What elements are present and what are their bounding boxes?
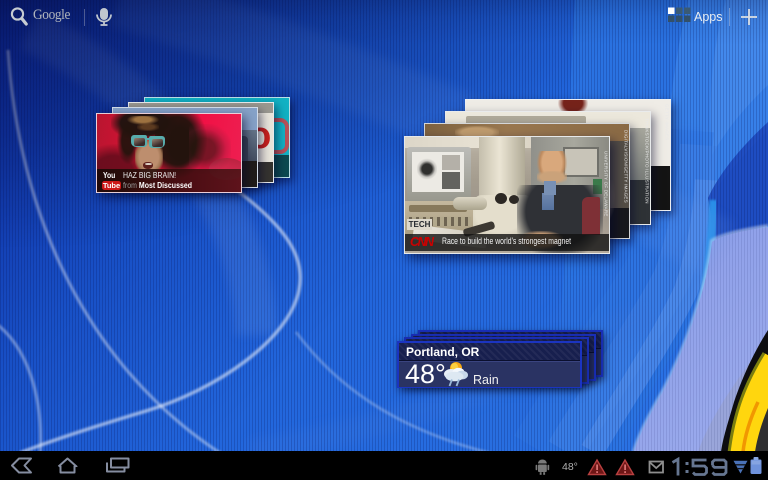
svg-text:48°: 48° [562, 461, 578, 473]
